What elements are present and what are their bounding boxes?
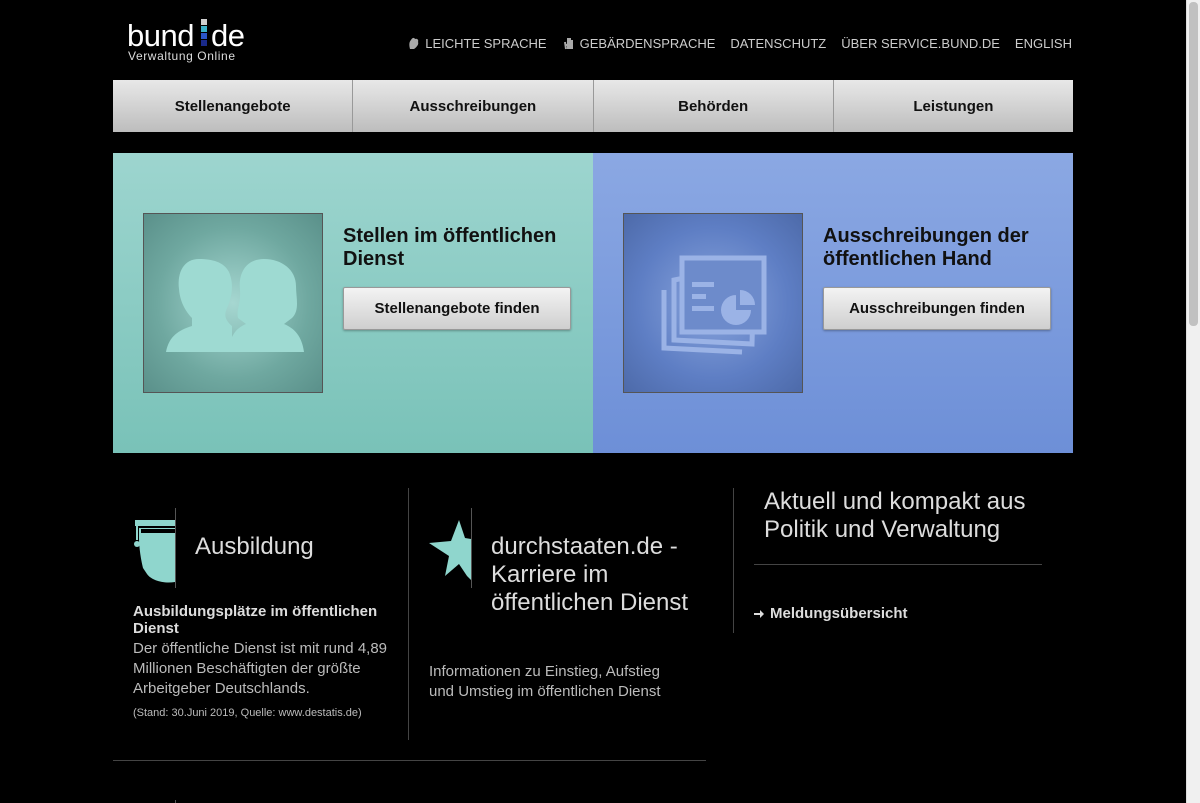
star-icon <box>429 508 472 588</box>
graduation-cap-icon <box>133 508 176 588</box>
topnav-label: ÜBER SERVICE.BUND.DE <box>841 35 1000 51</box>
topnav-label: GEBÄRDENSPRACHE <box>579 35 716 51</box>
tab-behoerden[interactable]: Behörden <box>593 80 834 132</box>
ausbildung-subheading: Ausbildungsplätze im öffentlichen Dienst <box>133 603 378 637</box>
topnav-label: ENGLISH <box>1014 35 1072 51</box>
tab-leistungen[interactable]: Leistungen <box>833 80 1073 132</box>
topnav-datenschutz[interactable]: DATENSCHUTZ <box>730 35 826 51</box>
sign-language-hand-icon <box>563 38 573 50</box>
logo-subtitle: Verwaltung Online <box>128 49 236 63</box>
topnav-ueber[interactable]: ÜBER SERVICE.BUND.DE <box>841 35 1000 51</box>
top-navigation: LEICHTE SPRACHE GEBÄRDENSPRACHE DATENSCH… <box>407 35 1072 51</box>
scrollbar-thumb[interactable] <box>1189 2 1198 326</box>
ausbildung-source: (Stand: 30.Juni 2019, Quelle: www.destat… <box>133 707 362 719</box>
link-label: Meldungsübersicht <box>770 605 908 622</box>
meldungsuebersicht-link[interactable]: Meldungsübersicht <box>754 605 908 622</box>
stellenangebote-finden-button[interactable]: Stellenangebote finden <box>343 287 571 330</box>
site-logo[interactable]: bund de Verwaltung Online <box>127 16 252 66</box>
easy-language-icon <box>409 37 419 49</box>
divider <box>754 564 1042 565</box>
ausbildung-teaser[interactable]: Ausbildung Ausbildungsplätze im öffentli… <box>113 488 409 740</box>
arrow-right-icon <box>754 609 764 618</box>
section-divider <box>113 760 706 761</box>
hero-ausschreibungen: Ausschreibungen der öffentlichen Hand Au… <box>593 153 1073 453</box>
tab-stellenangebote[interactable]: Stellenangebote <box>113 80 354 132</box>
tab-ausschreibungen[interactable]: Ausschreibungen <box>353 80 594 132</box>
people-icon <box>143 213 323 393</box>
karriere-heading: durchstaaten.de - Karriere im öffentlich… <box>491 533 689 616</box>
hero-stellen: Stellen im öffentlichen Dienst Stellenan… <box>113 153 593 453</box>
topnav-label: LEICHTE SPRACHE <box>425 35 547 51</box>
hero-title: Ausschreibungen der öffentlichen Hand <box>823 225 1029 270</box>
aktuell-section: Aktuell und kompakt aus Politik und Verw… <box>733 488 1064 633</box>
topnav-label: DATENSCHUTZ <box>730 35 827 51</box>
logo-dots-icon <box>201 19 209 46</box>
main-navigation: Stellenangebote Ausschreibungen Behörden… <box>113 80 1073 132</box>
ausbildung-heading: Ausbildung <box>195 533 314 560</box>
karriere-text: Informationen zu Einstieg, Aufstieg und … <box>429 663 661 700</box>
vertical-scrollbar[interactable] <box>1186 0 1200 803</box>
ausbildung-text: Der öffentliche Dienst ist mit rund 4,89… <box>133 640 388 697</box>
presentation-chart-icon <box>623 213 803 393</box>
aktuell-heading: Aktuell und kompakt aus Politik und Verw… <box>764 488 1026 543</box>
topnav-english[interactable]: ENGLISH <box>1015 35 1072 51</box>
karriere-teaser[interactable]: durchstaaten.de - Karriere im öffentlich… <box>409 488 689 740</box>
ausschreibungen-finden-button[interactable]: Ausschreibungen finden <box>823 287 1051 330</box>
hero-title: Stellen im öffentlichen Dienst <box>343 225 557 270</box>
topnav-gebaerdensprache[interactable]: GEBÄRDENSPRACHE <box>562 35 716 51</box>
topnav-leichte-sprache[interactable]: LEICHTE SPRACHE <box>407 35 547 51</box>
